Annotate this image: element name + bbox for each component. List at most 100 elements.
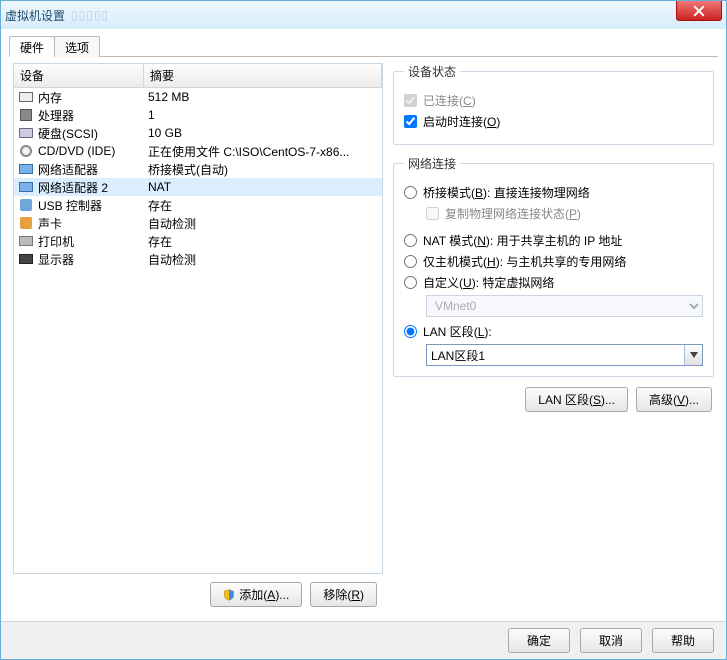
shield-icon xyxy=(223,589,235,601)
net-icon xyxy=(18,179,34,195)
col-device[interactable]: 设备 xyxy=(14,64,144,87)
close-button[interactable] xyxy=(676,1,722,21)
device-summary: 桥接模式(自动) xyxy=(148,161,378,178)
snd-icon xyxy=(18,215,34,231)
device-name: 处理器 xyxy=(38,107,148,124)
tab-strip: 硬件 选项 xyxy=(9,35,718,57)
window-title: 虚拟机设置 xyxy=(5,7,65,24)
titlebar-ghost: ▯▯▯▯▯ xyxy=(71,8,109,22)
network-connection-group: 网络连接 桥接模式(B): 直接连接物理网络 复制物理网络连接状态(P) NAT… xyxy=(393,155,714,377)
device-list[interactable]: 内存512 MB处理器1硬盘(SCSI)10 GBCD/DVD (IDE)正在使… xyxy=(14,88,382,573)
connected-label: 已连接(C) xyxy=(423,92,476,109)
connected-checkbox-row: 已连接(C) xyxy=(404,92,703,109)
dialog-footer: 确定 取消 帮助 xyxy=(1,621,726,659)
remove-button[interactable]: 移除(R) xyxy=(310,582,377,607)
device-summary: 1 xyxy=(148,108,378,122)
device-list-header: 设备 摘要 xyxy=(14,64,382,88)
cpu-icon xyxy=(18,107,34,123)
device-summary: 正在使用文件 C:\ISO\CentOS-7-x86... xyxy=(148,143,378,160)
nat-radio[interactable] xyxy=(404,234,417,247)
col-summary[interactable]: 摘要 xyxy=(144,64,382,87)
tab-options-label: 选项 xyxy=(65,41,89,55)
nat-radio-row[interactable]: NAT 模式(N): 用于共享主机的 IP 地址 xyxy=(404,232,703,249)
nat-label: NAT 模式(N): 用于共享主机的 IP 地址 xyxy=(423,232,622,249)
device-name: 内存 xyxy=(38,89,148,106)
add-button[interactable]: 添加(A)... xyxy=(210,582,302,607)
net-icon xyxy=(18,161,34,177)
device-row[interactable]: 网络适配器 2NAT xyxy=(14,178,382,196)
tab-options[interactable]: 选项 xyxy=(54,36,100,57)
custom-radio-row[interactable]: 自定义(U): 特定虚拟网络 xyxy=(404,274,703,291)
lan-segments-button[interactable]: LAN 区段(S)... xyxy=(525,387,628,412)
device-name: CD/DVD (IDE) xyxy=(38,144,148,158)
device-name: USB 控制器 xyxy=(38,197,148,214)
bridged-label: 桥接模式(B): 直接连接物理网络 xyxy=(423,184,590,201)
tab-hardware-label: 硬件 xyxy=(20,41,44,55)
device-row[interactable]: 硬盘(SCSI)10 GB xyxy=(14,124,382,142)
ok-button[interactable]: 确定 xyxy=(508,628,570,653)
lan-segment-input[interactable] xyxy=(426,344,703,366)
lan-segments-label: LAN 区段(S)... xyxy=(538,391,615,408)
replicate-row: 复制物理网络连接状态(P) xyxy=(426,205,703,222)
combo-arrow[interactable] xyxy=(684,345,702,365)
device-summary: 自动检测 xyxy=(148,251,378,268)
tab-body: 设备 摘要 内存512 MB处理器1硬盘(SCSI)10 GBCD/DVD (I… xyxy=(9,57,718,621)
device-row[interactable]: 打印机存在 xyxy=(14,232,382,250)
device-name: 硬盘(SCSI) xyxy=(38,125,148,142)
device-summary: 存在 xyxy=(148,197,378,214)
client-area: 硬件 选项 设备 摘要 内存512 MB处理器1硬盘(SCSI)10 GBCD/… xyxy=(1,29,726,621)
device-row[interactable]: 内存512 MB xyxy=(14,88,382,106)
lan-label: LAN 区段(L): xyxy=(423,323,492,340)
device-row[interactable]: 处理器1 xyxy=(14,106,382,124)
titlebar: 虚拟机设置 ▯▯▯▯▯ xyxy=(1,1,726,29)
connect-at-poweron-label: 启动时连接(O) xyxy=(423,113,500,130)
hostonly-radio[interactable] xyxy=(404,255,417,268)
bridged-radio[interactable] xyxy=(404,186,417,199)
help-button[interactable]: 帮助 xyxy=(652,628,714,653)
device-name: 打印机 xyxy=(38,233,148,250)
device-name: 显示器 xyxy=(38,251,148,268)
usb-icon xyxy=(18,197,34,213)
cd-icon xyxy=(18,143,34,159)
device-summary: NAT xyxy=(148,180,378,194)
cancel-label: 取消 xyxy=(599,632,623,649)
device-detail-panel: 设备状态 已连接(C) 启动时连接(O) 网络连接 桥接模式(B): 直接连接物 xyxy=(393,63,714,615)
cancel-button[interactable]: 取消 xyxy=(580,628,642,653)
hostonly-radio-row[interactable]: 仅主机模式(H): 与主机共享的专用网络 xyxy=(404,253,703,270)
hostonly-label: 仅主机模式(H): 与主机共享的专用网络 xyxy=(423,253,626,270)
device-list-panel: 设备 摘要 内存512 MB处理器1硬盘(SCSI)10 GBCD/DVD (I… xyxy=(13,63,383,574)
connected-checkbox xyxy=(404,94,417,107)
replicate-checkbox xyxy=(426,207,439,220)
lan-radio-row[interactable]: LAN 区段(L): xyxy=(404,323,703,340)
lan-segment-combo[interactable] xyxy=(426,344,703,366)
advanced-label: 高级(V)... xyxy=(649,391,699,408)
device-row[interactable]: 网络适配器桥接模式(自动) xyxy=(14,160,382,178)
close-icon xyxy=(693,5,705,17)
tab-hardware[interactable]: 硬件 xyxy=(9,36,55,57)
device-name: 网络适配器 2 xyxy=(38,179,148,196)
bridged-radio-row[interactable]: 桥接模式(B): 直接连接物理网络 xyxy=(404,184,703,201)
mon-icon xyxy=(18,251,34,267)
lan-radio[interactable] xyxy=(404,325,417,338)
device-status-group: 设备状态 已连接(C) 启动时连接(O) xyxy=(393,63,714,145)
custom-radio[interactable] xyxy=(404,276,417,289)
replicate-label: 复制物理网络连接状态(P) xyxy=(445,205,581,222)
device-name: 声卡 xyxy=(38,215,148,232)
remove-label: 移除(R) xyxy=(323,586,364,603)
device-row[interactable]: 显示器自动检测 xyxy=(14,250,382,268)
device-name: 网络适配器 xyxy=(38,161,148,178)
device-summary: 10 GB xyxy=(148,126,378,140)
advanced-button[interactable]: 高级(V)... xyxy=(636,387,712,412)
ok-label: 确定 xyxy=(527,632,551,649)
add-label: 添加(A)... xyxy=(239,586,289,603)
network-extra-buttons: LAN 区段(S)... 高级(V)... xyxy=(393,387,714,412)
connect-at-poweron-row[interactable]: 启动时连接(O) xyxy=(404,113,703,130)
device-row[interactable]: 声卡自动检测 xyxy=(14,214,382,232)
device-row[interactable]: USB 控制器存在 xyxy=(14,196,382,214)
device-status-legend: 设备状态 xyxy=(404,63,460,80)
device-row[interactable]: CD/DVD (IDE)正在使用文件 C:\ISO\CentOS-7-x86..… xyxy=(14,142,382,160)
device-summary: 512 MB xyxy=(148,90,378,104)
connect-at-poweron-checkbox[interactable] xyxy=(404,115,417,128)
disk-icon xyxy=(18,125,34,141)
network-legend: 网络连接 xyxy=(404,155,460,172)
